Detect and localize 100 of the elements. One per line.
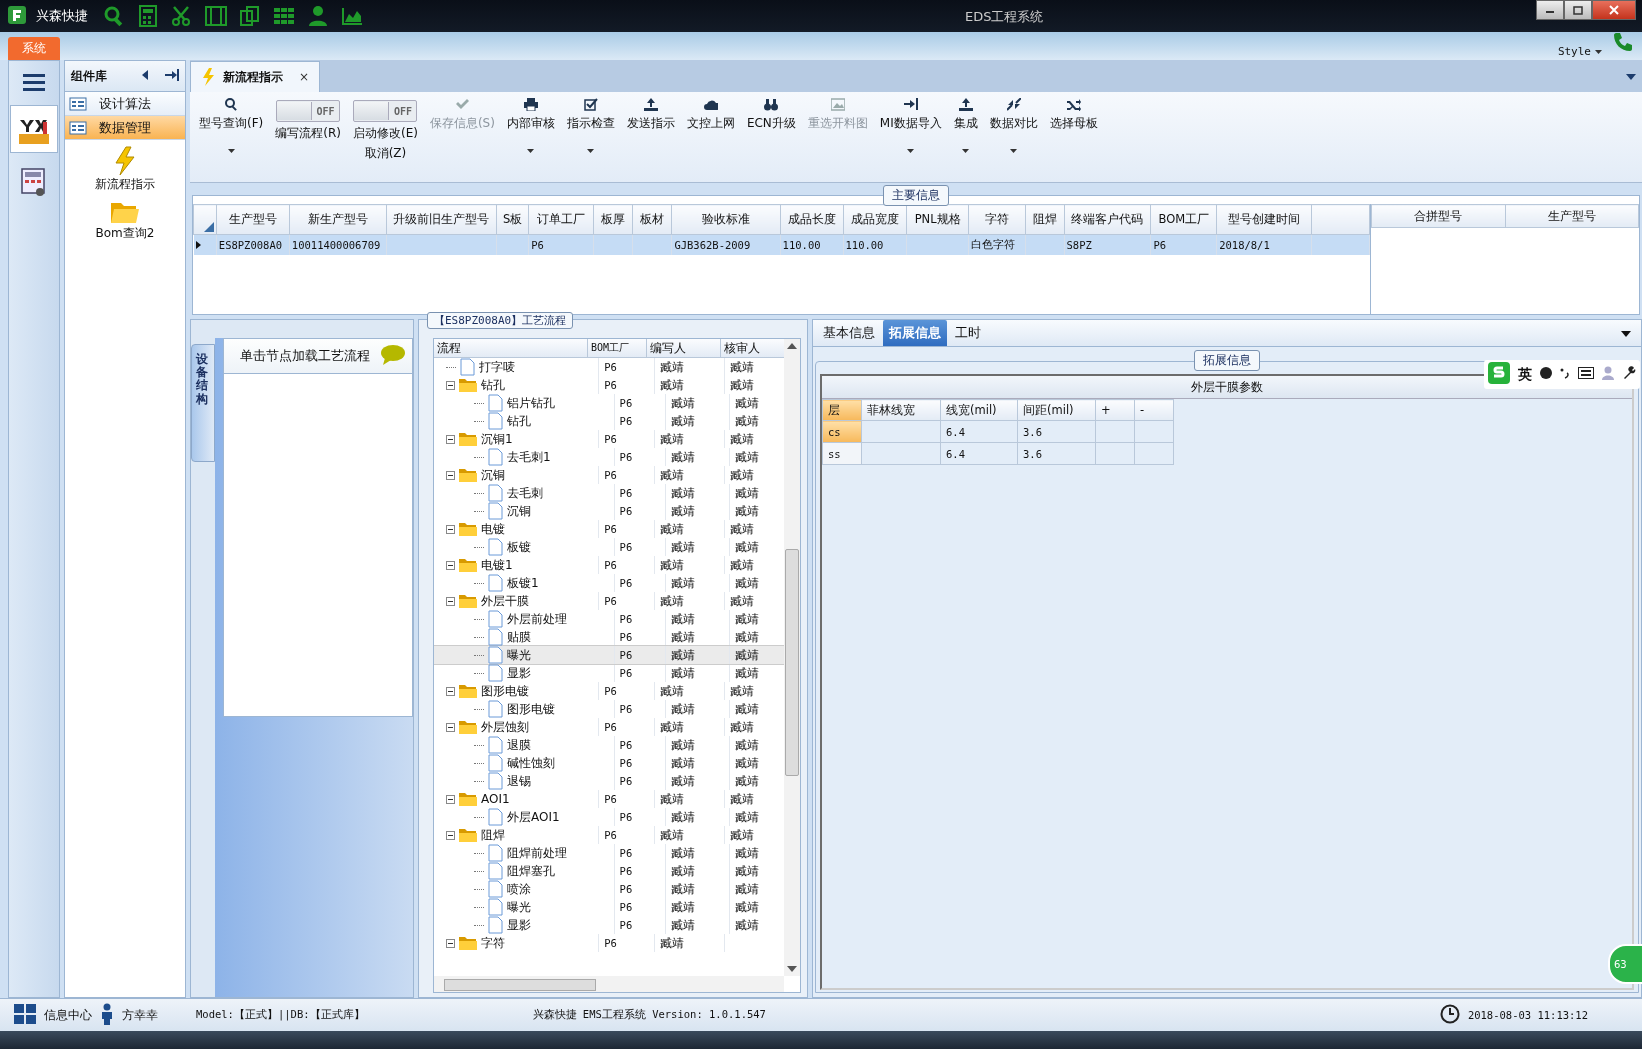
table-row[interactable]: cs 6.4 3.6: [822, 420, 1174, 443]
column-header[interactable]: 升级前旧生产型号: [386, 204, 497, 235]
info-center-link[interactable]: 信息中心: [44, 1006, 92, 1024]
collapse-icon[interactable]: [446, 722, 455, 732]
tree-row[interactable]: 阻焊前处理 P6 臧靖 臧靖: [434, 844, 784, 862]
column-header[interactable]: -: [1134, 399, 1174, 421]
column-header[interactable]: BOM工厂: [1150, 204, 1217, 235]
collapse-icon[interactable]: [446, 470, 455, 480]
tree-row[interactable]: 图形电镀 P6 臧靖 臧靖: [434, 700, 784, 718]
tree-row[interactable]: 钻孔 P6 臧靖 臧靖: [434, 412, 784, 430]
tree-row[interactable]: 沉铜 P6 臧靖 臧靖: [434, 466, 784, 484]
toolbar-button[interactable]: 型号查询(F): [194, 98, 269, 160]
side-tab[interactable]: 设备结构: [191, 344, 215, 462]
column-header[interactable]: 新生产型号: [289, 204, 387, 235]
tree-row[interactable]: 板镀1 P6 臧靖 臧靖: [434, 574, 784, 592]
column-header[interactable]: 终端客户代码: [1064, 204, 1151, 235]
scroll-up-icon[interactable]: [787, 343, 797, 349]
tree-row[interactable]: 阻焊塞孔 P6 臧靖 臧靖: [434, 862, 784, 880]
component-item[interactable]: 设计算法: [65, 92, 185, 116]
column-header[interactable]: 生产型号: [1505, 204, 1639, 228]
tree-row[interactable]: 电镀1 P6 臧靖 臧靖: [434, 556, 784, 574]
toolbar-button[interactable]: 内部审核: [501, 98, 560, 160]
column-header[interactable]: 线宽(mil): [940, 399, 1018, 421]
close-button[interactable]: [1592, 0, 1636, 20]
column-header[interactable]: 编写人: [647, 339, 721, 357]
tree-row[interactable]: 图形电镀 P6 臧靖 臧靖: [434, 682, 784, 700]
column-header[interactable]: 板厚: [593, 204, 633, 235]
table-row[interactable]: ES8PZ008A0 10011400006709 P6 GJB362B-2009 110.00 110.00 白色字符 S8PZ P6 2018/8/1: [193, 234, 1370, 255]
column-header[interactable]: +: [1095, 399, 1135, 421]
column-header[interactable]: 型号创建时间: [1216, 204, 1312, 235]
column-header[interactable]: BOM工厂: [588, 339, 647, 357]
chart-icon[interactable]: [340, 5, 364, 27]
sign-in-icon[interactable]: [165, 68, 179, 84]
toolbar-button[interactable]: 文控上网: [681, 98, 740, 160]
close-tab-button[interactable]: ×: [299, 70, 310, 84]
maximize-button[interactable]: [1564, 0, 1592, 20]
toolbar-button[interactable]: 数据对比: [984, 98, 1043, 160]
tab[interactable]: 基本信息: [817, 320, 881, 346]
scroll-down-icon[interactable]: [787, 966, 797, 972]
collapse-icon[interactable]: [446, 938, 455, 948]
column-header[interactable]: 层: [822, 399, 862, 421]
tab[interactable]: 拓展信息: [883, 320, 947, 346]
tree-row[interactable]: 去毛刺 P6 臧靖 臧靖: [434, 484, 784, 502]
caret-icon[interactable]: [1595, 50, 1602, 54]
tree-row[interactable]: 显影 P6 臧靖 臧靖: [434, 916, 784, 934]
tree-row[interactable]: 字符 P6 臧靖: [434, 934, 784, 952]
scroll-thumb[interactable]: [444, 979, 596, 991]
tree-row[interactable]: 电镀 P6 臧靖 臧靖: [434, 520, 784, 538]
minimize-button[interactable]: [1536, 0, 1564, 20]
collapse-icon[interactable]: [446, 524, 455, 534]
column-header[interactable]: 字符: [968, 204, 1026, 235]
column-header[interactable]: PNL规格: [906, 204, 969, 235]
collapse-icon[interactable]: [446, 686, 455, 696]
punctuation-icon[interactable]: [1560, 367, 1570, 382]
column-header[interactable]: S板: [496, 204, 529, 235]
tree-row[interactable]: 退膜 P6 臧靖 臧靖: [434, 736, 784, 754]
column-header[interactable]: 阻焊: [1025, 204, 1064, 235]
column-header[interactable]: 间距(mil): [1017, 399, 1096, 421]
tree-row[interactable]: 喷涂 P6 臧靖 臧靖: [434, 880, 784, 898]
toolbar-button[interactable]: ECN升级: [741, 98, 801, 160]
grid-icon[interactable]: [272, 5, 296, 27]
toolbar-button[interactable]: 指示检查: [561, 98, 620, 160]
tree-row[interactable]: 去毛刺1 P6 臧靖 臧靖: [434, 448, 784, 466]
column-header[interactable]: 验收标准: [671, 204, 781, 235]
toggle-switch[interactable]: OFF: [276, 100, 341, 122]
column-header[interactable]: 板材: [632, 204, 672, 235]
factory-icon[interactable]: [10, 105, 58, 153]
collapse-icon[interactable]: [446, 596, 455, 606]
document-tab[interactable]: 新流程指示 ×: [190, 61, 321, 92]
tree-row[interactable]: 外层AOI1 P6 臧靖 臧靖: [434, 808, 784, 826]
toggle-switch[interactable]: OFF: [353, 100, 418, 122]
tree-row[interactable]: AOI1 P6 臧靖 臧靖: [434, 790, 784, 808]
scrollbar[interactable]: [784, 339, 800, 976]
column-header[interactable]: 成品宽度: [843, 204, 907, 235]
column-header[interactable]: 订单工厂: [528, 204, 594, 235]
toolbar-button[interactable]: MI数据导入: [874, 98, 947, 160]
scrollbar[interactable]: [434, 976, 784, 992]
column-header[interactable]: 流程: [434, 339, 588, 357]
toolbar-button[interactable]: 选择母板: [1044, 98, 1103, 160]
grid-icon[interactable]: [14, 1003, 36, 1027]
tree-row[interactable]: 沉铜1 P6 臧靖 臧靖: [434, 430, 784, 448]
style-menu[interactable]: Style: [1557, 45, 1591, 58]
tree-row[interactable]: 外层干膜 P6 臧靖 臧靖: [434, 592, 784, 610]
tree-row[interactable]: 曝光 P6 臧靖 臧靖: [434, 898, 784, 916]
collapse-icon[interactable]: [446, 434, 455, 444]
toolbar-button[interactable]: 集成: [948, 98, 983, 160]
tree-row[interactable]: 外层前处理 P6 臧靖 臧靖: [434, 610, 784, 628]
collapse-icon[interactable]: [446, 380, 455, 390]
user-icon[interactable]: [306, 5, 330, 27]
tool-item[interactable]: Bom查询2: [65, 199, 185, 242]
tree-row[interactable]: 曝光 P6 臧靖 臧靖: [434, 646, 784, 664]
tree-row[interactable]: 打字唛 P6 臧靖 臧靖: [434, 358, 784, 376]
component-item[interactable]: 数据管理: [65, 116, 185, 140]
tree-row[interactable]: 阻焊 P6 臧靖 臧靖: [434, 826, 784, 844]
tree-row[interactable]: 显影 P6 臧靖 臧靖: [434, 664, 784, 682]
keyboard-icon[interactable]: [1578, 367, 1594, 382]
copy-icon[interactable]: [238, 5, 262, 27]
moon-icon[interactable]: [1540, 367, 1552, 382]
column-header[interactable]: 合拼型号: [1371, 204, 1505, 228]
film-icon[interactable]: [204, 5, 228, 27]
